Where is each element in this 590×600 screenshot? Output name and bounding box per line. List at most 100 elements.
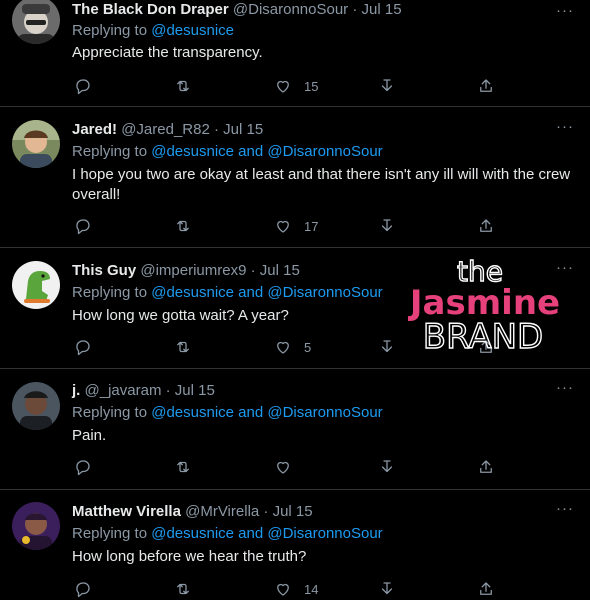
download-button[interactable]: [378, 75, 396, 97]
retweet-icon: [177, 461, 189, 473]
reply-and[interactable]: and: [238, 525, 263, 542]
reply-mention-link-2[interactable]: @DisaronnoSour: [267, 525, 382, 542]
avatar[interactable]: [12, 0, 60, 44]
timestamp[interactable]: Jul 15: [362, 1, 402, 18]
download-button[interactable]: [378, 578, 396, 600]
tweet-header: j. @_javaram · Jul 15: [72, 382, 550, 400]
retweet-button[interactable]: [174, 215, 192, 237]
download-icon: [381, 582, 393, 595]
retweet-icon: [177, 341, 189, 353]
share-icon: [480, 340, 492, 353]
reply-button[interactable]: [74, 456, 92, 478]
user-handle[interactable]: @DisaronnoSour: [233, 1, 348, 18]
heart-icon: [277, 341, 289, 354]
like-button[interactable]: 15: [274, 75, 318, 97]
tweet-3[interactable]: j. @_javaram · Jul 15 ··· Replying to @d…: [0, 380, 590, 488]
like-button[interactable]: 17: [274, 215, 318, 237]
retweet-icon: [177, 220, 189, 232]
share-button[interactable]: [477, 336, 495, 358]
retweet-button[interactable]: [174, 336, 192, 358]
tweet-actions: 14: [72, 578, 502, 600]
share-button[interactable]: [477, 75, 495, 97]
share-button[interactable]: [477, 215, 495, 237]
reply-button[interactable]: [74, 75, 92, 97]
more-options-icon[interactable]: ···: [554, 501, 576, 521]
like-count: 17: [304, 218, 319, 234]
reply-button[interactable]: [74, 215, 92, 237]
dinosaur-icon: [12, 261, 60, 309]
timestamp[interactable]: Jul 15: [273, 503, 313, 520]
separator: ·: [165, 382, 171, 399]
tweet-1[interactable]: Jared! @Jared_R82 · Jul 15 ··· Replying …: [0, 119, 590, 247]
tweet-actions: [72, 456, 502, 478]
separator: ·: [213, 121, 219, 138]
tweet-2[interactable]: This Guy @imperiumrex9 · Jul 15 ··· Repl…: [0, 260, 590, 368]
tweet-text: Appreciate the transparency.: [72, 44, 263, 61]
download-button[interactable]: [378, 456, 396, 478]
user-handle[interactable]: @MrVirella: [185, 503, 259, 520]
like-button[interactable]: [274, 456, 304, 478]
more-options-icon[interactable]: ···: [554, 119, 576, 139]
tweet-0[interactable]: The Black Don Draper @DisaronnoSour · Ju…: [0, 0, 590, 107]
reply-mention-link-2[interactable]: @DisaronnoSour: [267, 404, 382, 421]
reply-mention-link-2[interactable]: @DisaronnoSour: [267, 143, 382, 160]
divider: [0, 247, 590, 248]
divider: [0, 106, 590, 107]
avatar[interactable]: [12, 120, 60, 168]
download-button[interactable]: [378, 215, 396, 237]
display-name[interactable]: The Black Don Draper: [72, 1, 229, 18]
share-icon: [480, 460, 492, 473]
reply-mention-link[interactable]: @desusnice: [151, 404, 234, 421]
tweet-4[interactable]: Matthew Virella @MrVirella · Jul 15 ··· …: [0, 501, 590, 598]
heart-icon: [277, 220, 289, 233]
reply-mention-link[interactable]: @desusnice: [151, 525, 234, 542]
share-icon: [480, 582, 492, 595]
avatar[interactable]: [12, 502, 60, 550]
separator: ·: [250, 262, 256, 279]
display-name[interactable]: Matthew Virella: [72, 503, 181, 520]
timestamp[interactable]: Jul 15: [260, 262, 300, 279]
retweet-button[interactable]: [174, 456, 192, 478]
tweet-text: How long before we hear the truth?: [72, 548, 307, 565]
tweet-header: The Black Don Draper @DisaronnoSour · Ju…: [72, 1, 550, 19]
tweet-text: Pain.: [72, 427, 107, 444]
share-button[interactable]: [477, 456, 495, 478]
display-name[interactable]: Jared!: [72, 121, 117, 138]
reply-button[interactable]: [74, 578, 92, 600]
reply-icon: [76, 219, 90, 235]
retweet-button[interactable]: [174, 75, 192, 97]
separator: ·: [352, 1, 358, 18]
tweet-header: Jared! @Jared_R82 · Jul 15: [72, 121, 550, 139]
display-name[interactable]: j.: [72, 382, 80, 399]
timestamp[interactable]: Jul 15: [223, 121, 263, 138]
replying-label: Replying to: [72, 404, 148, 421]
reply-mention-link[interactable]: @desusnice: [151, 143, 234, 160]
user-handle[interactable]: @_javaram: [85, 382, 162, 399]
more-options-icon[interactable]: ···: [554, 380, 576, 400]
user-handle[interactable]: @imperiumrex9: [140, 262, 246, 279]
display-name[interactable]: This Guy: [72, 262, 136, 279]
retweet-button[interactable]: [174, 578, 192, 600]
person-gray-hat-icon: [12, 0, 60, 44]
reply-and[interactable]: and: [238, 143, 263, 160]
replying-to: Replying to @desusnice and @DisaronnoSou…: [72, 404, 383, 422]
more-options-icon[interactable]: ···: [554, 260, 576, 280]
download-button[interactable]: [378, 336, 396, 358]
share-button[interactable]: [477, 578, 495, 600]
more-options-icon[interactable]: ···: [554, 3, 576, 23]
avatar[interactable]: [12, 261, 60, 309]
reply-mention-link[interactable]: @desusnice: [151, 284, 234, 301]
like-count: 15: [304, 78, 319, 94]
reply-mention-link[interactable]: @desusnice: [151, 22, 234, 39]
like-button[interactable]: 14: [274, 578, 318, 600]
reply-and[interactable]: and: [238, 404, 263, 421]
avatar[interactable]: [12, 382, 60, 430]
like-button[interactable]: 5: [274, 336, 311, 358]
download-icon: [381, 340, 393, 353]
user-handle[interactable]: @Jared_R82: [121, 121, 210, 138]
reply-mention-link-2[interactable]: @DisaronnoSour: [267, 284, 382, 301]
reply-button[interactable]: [74, 336, 92, 358]
reply-and[interactable]: and: [238, 284, 263, 301]
timestamp[interactable]: Jul 15: [175, 382, 215, 399]
replying-label: Replying to: [72, 22, 148, 39]
